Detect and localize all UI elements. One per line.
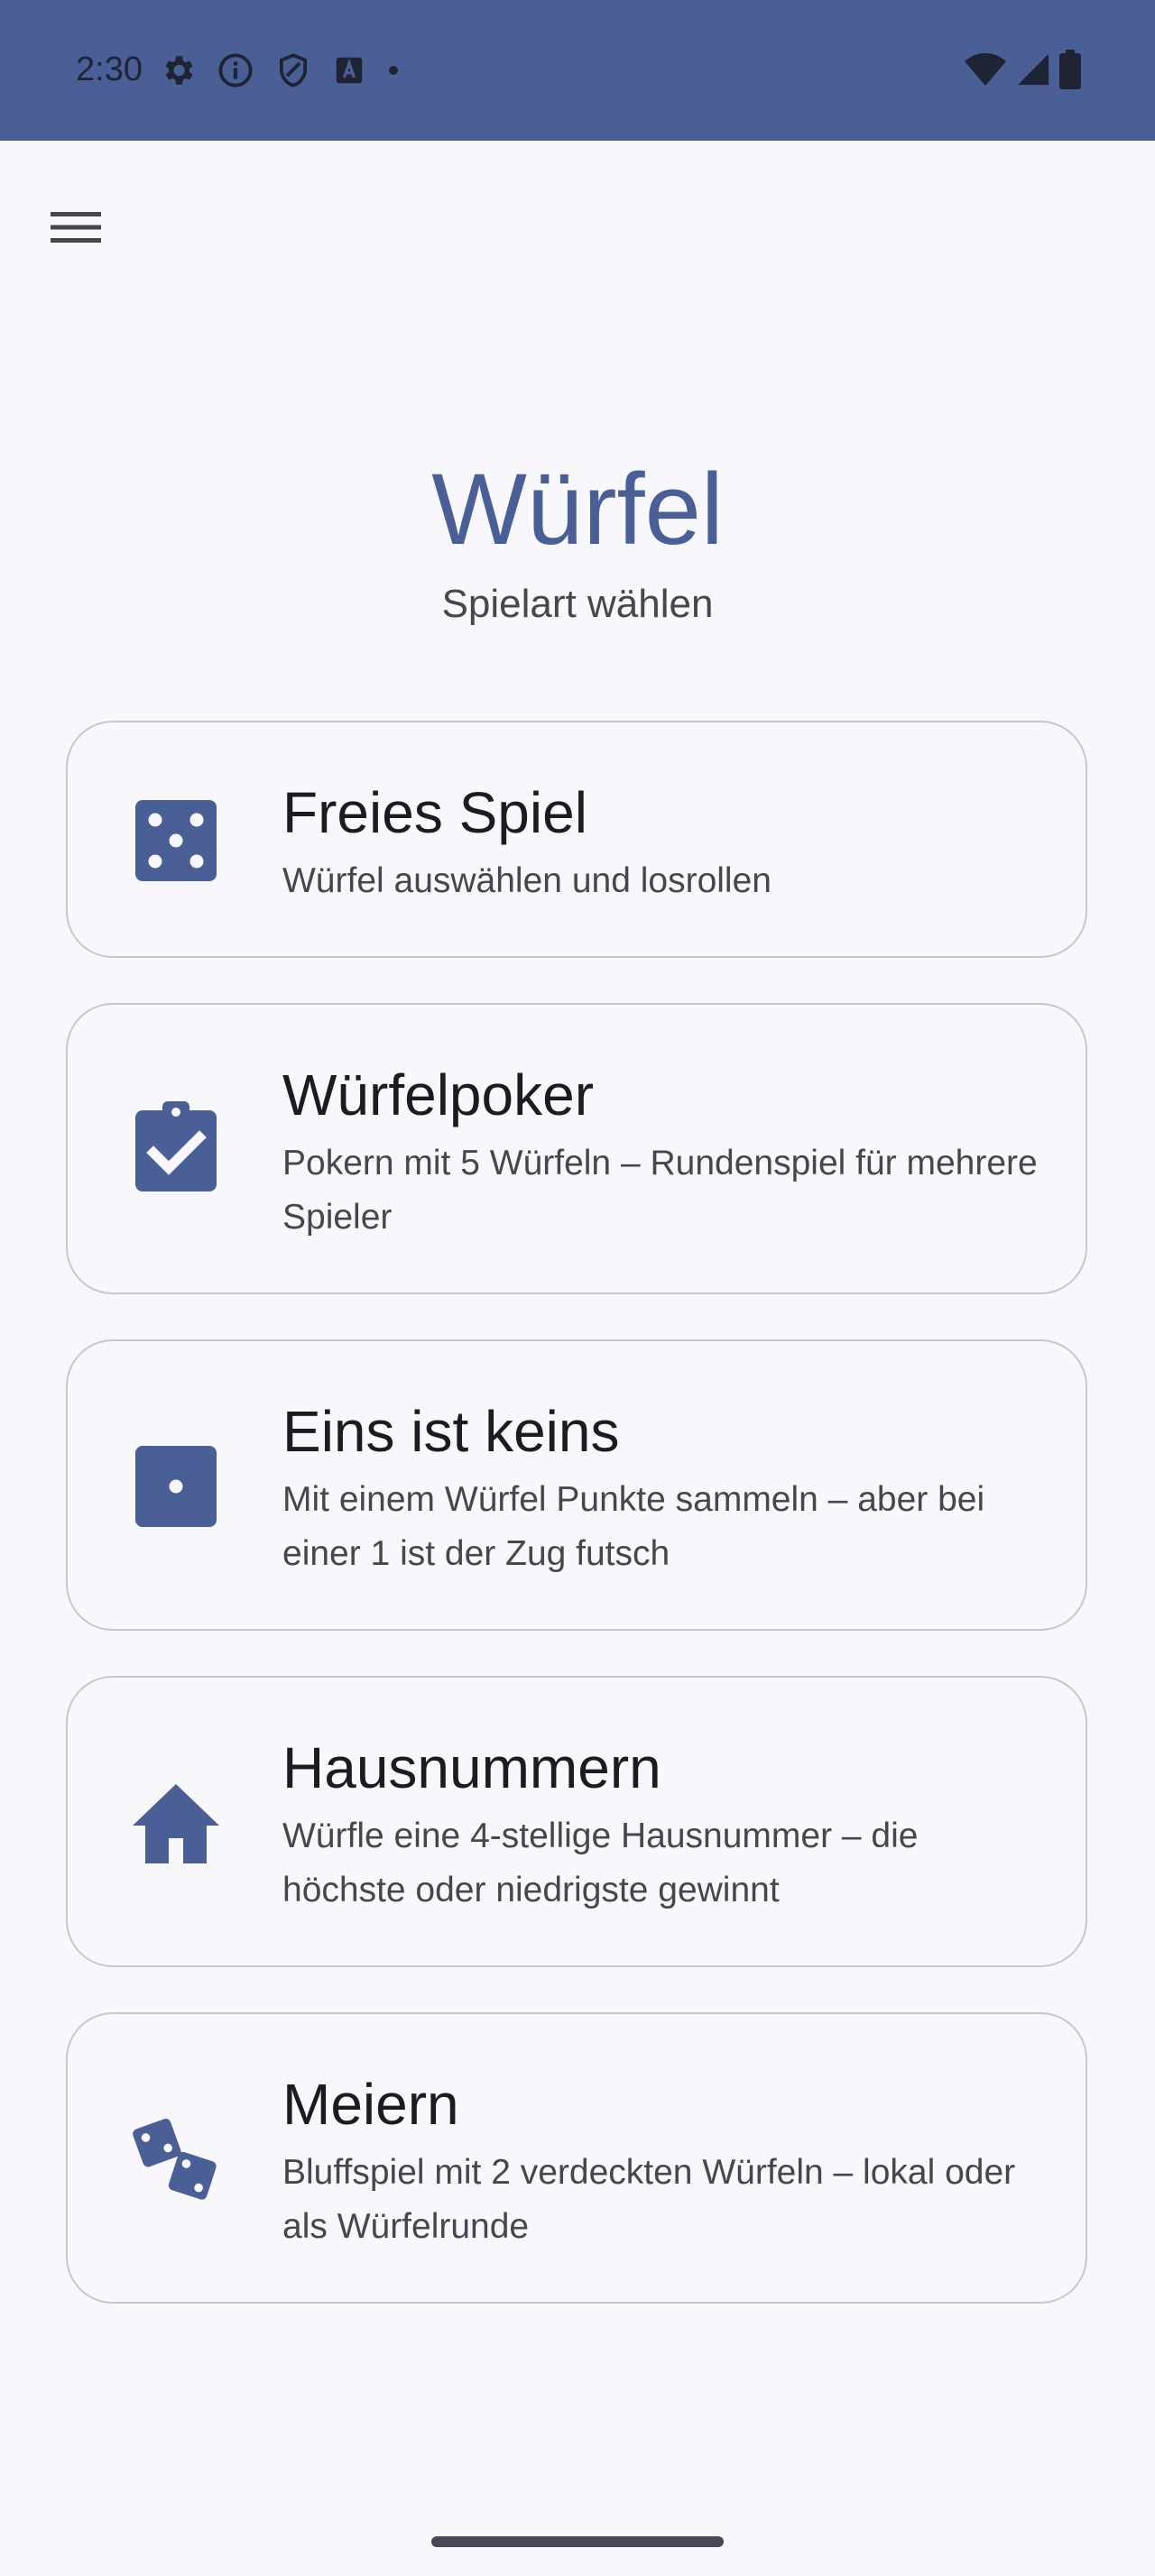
settings-icon	[159, 51, 197, 89]
dice-one-icon	[131, 1441, 221, 1532]
game-description: Pokern mit 5 Würfeln – Rundenspiel für m…	[282, 1144, 1038, 1237]
game-card-eins-ist-keins[interactable]: Eins ist keins Mit einem Würfel Punkte s…	[66, 1339, 1087, 1631]
info-icon	[217, 51, 254, 89]
game-title: Würfelpoker	[282, 1063, 594, 1127]
dice-five-icon	[131, 796, 221, 886]
game-card-meiern[interactable]: Meiern Bluffspiel mit 2 verdeckten Würfe…	[66, 2012, 1087, 2304]
status-bar: 2:30	[0, 0, 1155, 141]
status-time: 2:30	[76, 51, 143, 88]
menu-button[interactable]	[36, 189, 116, 269]
wifi-icon	[964, 51, 1007, 87]
signal-icon	[1016, 51, 1050, 87]
game-card-wuerfelpoker[interactable]: Würfelpoker Pokern mit 5 Würfeln – Runde…	[66, 1003, 1087, 1294]
dice-pair-icon	[131, 2114, 221, 2204]
home-indicator[interactable]	[431, 2536, 724, 2547]
game-description: Mit einem Würfel Punkte sammeln – aber b…	[282, 1480, 985, 1573]
game-description: Würfle eine 4-stellige Hausnummer – die …	[282, 1817, 919, 1909]
game-card-hausnummern[interactable]: Hausnummern Würfle eine 4-stellige Hausn…	[66, 1676, 1087, 1967]
hamburger-menu-icon	[51, 209, 101, 250]
game-title: Eins ist keins	[282, 1399, 620, 1464]
house-icon	[131, 1778, 221, 1868]
dot-icon	[386, 63, 401, 78]
font-icon	[332, 53, 366, 87]
game-title: Freies Spiel	[282, 780, 587, 845]
game-description: Bluffspiel mit 2 verdeckten Würfeln – lo…	[282, 2153, 1016, 2246]
status-notification-icons	[159, 51, 401, 90]
clipboard-check-icon	[131, 1101, 221, 1191]
game-description: Würfel auswählen und losrollen	[282, 861, 772, 900]
game-card-freies-spiel[interactable]: Freies Spiel Würfel auswählen und losrol…	[66, 721, 1087, 958]
battery-icon	[1059, 50, 1081, 89]
game-title: Hausnummern	[282, 1735, 661, 1800]
shield-icon	[274, 51, 312, 89]
status-system-icons	[964, 49, 1081, 90]
game-title: Meiern	[282, 2072, 459, 2137]
app-subtitle: Spielart wählen	[441, 582, 714, 626]
app-title: Würfel	[431, 453, 724, 566]
